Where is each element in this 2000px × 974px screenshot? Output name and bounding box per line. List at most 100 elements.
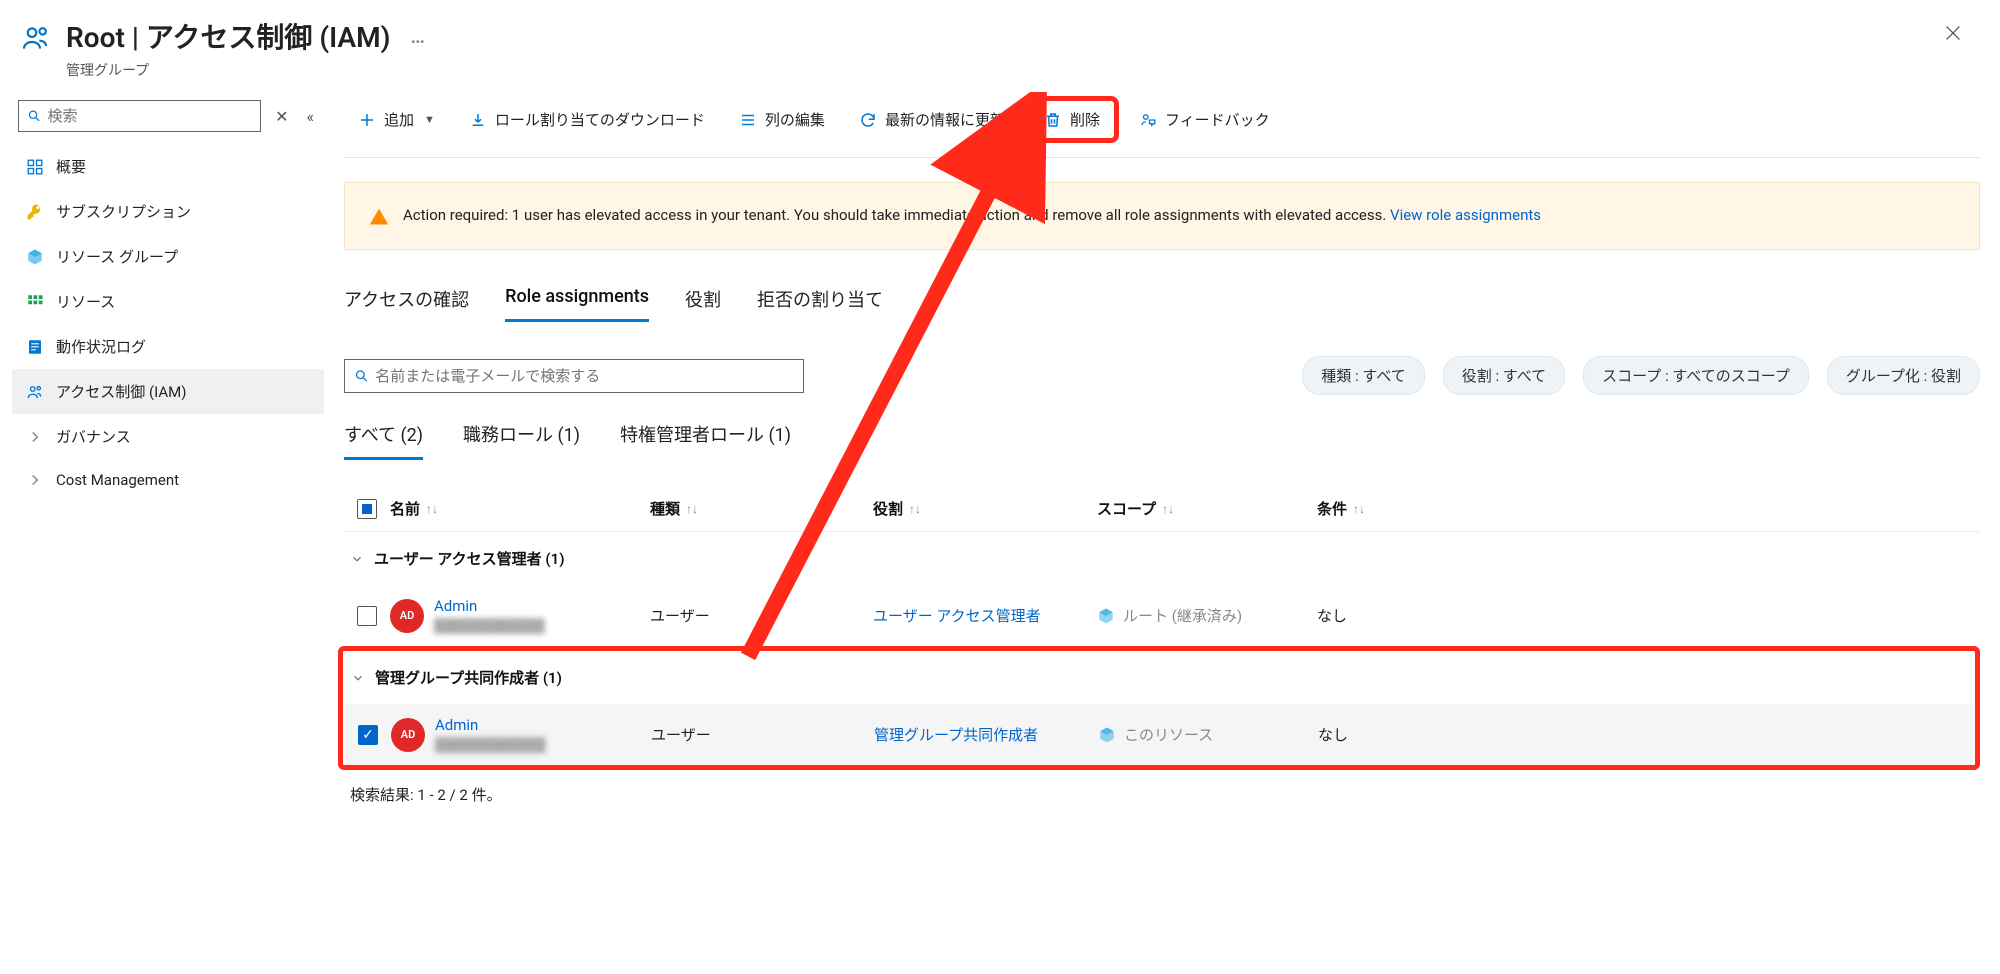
download-button[interactable]: ロール割り当てのダウンロード: [455, 101, 719, 138]
sidebar-item[interactable]: アクセス制御 (IAM): [12, 369, 324, 414]
group-header[interactable]: 管理グループ共同作成者 (1): [345, 651, 1973, 704]
sidebar: ✕ « 概要サブスクリプションリソース グループリソース動作状況ログアクセス制御…: [0, 92, 324, 825]
row-name[interactable]: Admin: [434, 597, 545, 615]
row-scope: このリソース: [1098, 724, 1318, 745]
chevron-down-icon: [350, 552, 364, 566]
filter-row: 種類 : すべて役割 : すべてスコープ : すべてのスコープグループ化 : 役…: [344, 356, 1980, 395]
group-title: 管理グループ共同作成者 (1): [375, 667, 562, 688]
column-condition[interactable]: 条件↑↓: [1317, 498, 1980, 519]
sidebar-item-label: リソース: [56, 291, 115, 312]
sidebar-item-label: ガバナンス: [56, 426, 131, 447]
sidebar-item[interactable]: リソース: [12, 279, 324, 324]
search-icon: [27, 108, 42, 124]
table-header: 名前↑↓ 種類↑↓ 役割↑↓ スコープ↑↓ 条件↑↓: [344, 488, 1980, 532]
primary-tabs: アクセスの確認 Role assignments 役割拒否の割り当て: [344, 286, 1980, 322]
chevron-icon: [26, 471, 44, 489]
secondary-tab[interactable]: すべて (2): [344, 421, 423, 460]
filter-search-input[interactable]: [375, 367, 794, 385]
row-role-link[interactable]: 管理グループ共同作成者: [874, 726, 1038, 744]
sidebar-item[interactable]: Cost Management: [12, 459, 324, 501]
column-scope[interactable]: スコープ↑↓: [1097, 498, 1317, 519]
sidebar-item[interactable]: ガバナンス: [12, 414, 324, 459]
add-button[interactable]: 追加 ▼: [344, 101, 449, 138]
overview-icon: [26, 158, 44, 176]
cube-icon: [1098, 726, 1116, 744]
feedback-button[interactable]: フィードバック: [1125, 101, 1284, 138]
filter-pill[interactable]: 種類 : すべて: [1302, 356, 1424, 395]
primary-tab[interactable]: 役割: [685, 286, 721, 322]
sidebar-item-label: 概要: [56, 156, 86, 177]
users-icon: [20, 22, 52, 54]
refresh-icon: [859, 111, 877, 129]
sidebar-item-label: サブスクリプション: [56, 201, 191, 222]
table-row[interactable]: ✓ AD Admin ████████████ ユーザー 管理グループ共同作成者…: [345, 704, 1973, 765]
row-checkbox[interactable]: [357, 606, 377, 626]
toolbar: 追加 ▼ ロール割り当てのダウンロード 列の編集 最新の情報に更新 削除: [344, 92, 1980, 158]
close-button[interactable]: [1936, 16, 1970, 56]
column-name[interactable]: 名前↑↓: [390, 498, 650, 519]
log-icon: [26, 338, 44, 356]
feedback-icon: [1139, 111, 1157, 129]
sidebar-item[interactable]: サブスクリプション: [12, 189, 324, 234]
column-role[interactable]: 役割↑↓: [873, 498, 1097, 519]
resource-group-icon: [26, 248, 44, 266]
alert-link[interactable]: View role assignments: [1390, 206, 1541, 224]
row-email: ████████████: [434, 618, 545, 634]
group-header[interactable]: ユーザー アクセス管理者 (1): [344, 532, 1980, 585]
filter-search[interactable]: [344, 359, 804, 393]
secondary-tab[interactable]: 特権管理者ロール (1): [620, 421, 791, 460]
chevron-down-icon: ▼: [424, 113, 435, 126]
alert-text: Action required: 1 user has elevated acc…: [403, 206, 1390, 224]
row-email: ████████████: [435, 737, 546, 753]
sidebar-item[interactable]: 動作状況ログ: [12, 324, 324, 369]
search-icon: [354, 368, 369, 384]
row-checkbox[interactable]: ✓: [358, 725, 378, 745]
refresh-button[interactable]: 最新の情報に更新: [845, 101, 1019, 138]
avatar: AD: [391, 718, 425, 752]
sidebar-search[interactable]: [18, 100, 261, 132]
collapse-sidebar-icon[interactable]: «: [302, 103, 318, 130]
cube-icon: [1097, 607, 1115, 625]
sidebar-item-label: リソース グループ: [56, 246, 178, 267]
page-title: Root | アクセス制御 (IAM) …: [66, 16, 1922, 56]
sidebar-search-input[interactable]: [48, 107, 253, 125]
clear-button[interactable]: ✕: [271, 103, 292, 130]
grid-icon: [26, 293, 44, 311]
delete-button[interactable]: 削除: [1025, 96, 1119, 143]
filter-pill[interactable]: スコープ : すべてのスコープ: [1583, 356, 1809, 395]
primary-tab[interactable]: Role assignments: [505, 286, 649, 322]
row-type: ユーザー: [650, 605, 873, 626]
row-scope: ルート (継承済み): [1097, 605, 1317, 626]
sidebar-item[interactable]: 概要: [12, 144, 324, 189]
row-condition: なし: [1317, 605, 1980, 626]
row-role-link[interactable]: ユーザー アクセス管理者: [873, 607, 1041, 625]
secondary-tabs: すべて (2) 職務ロール (1) 特権管理者ロール (1): [344, 421, 1980, 460]
secondary-tab[interactable]: 職務ロール (1): [463, 421, 580, 460]
edit-columns-button[interactable]: 列の編集: [725, 101, 839, 138]
row-name[interactable]: Admin: [435, 716, 546, 734]
key-icon: [26, 203, 44, 221]
columns-icon: [739, 111, 757, 129]
filter-pill[interactable]: 役割 : すべて: [1443, 356, 1565, 395]
row-condition: なし: [1318, 724, 1973, 745]
avatar: AD: [390, 599, 424, 633]
download-icon: [469, 111, 487, 129]
select-all-checkbox[interactable]: [357, 499, 377, 519]
primary-tab[interactable]: アクセスの確認: [344, 286, 469, 322]
sidebar-item-label: Cost Management: [56, 471, 179, 489]
table-row[interactable]: AD Admin ████████████ ユーザー ユーザー アクセス管理者 …: [344, 585, 1980, 646]
page-subtitle: 管理グループ: [66, 60, 1922, 80]
column-type[interactable]: 種類↑↓: [650, 498, 873, 519]
more-menu-icon[interactable]: …: [402, 24, 432, 48]
filter-pill[interactable]: グループ化 : 役割: [1827, 356, 1980, 395]
result-count: 検索結果: 1 - 2 / 2 件。: [344, 784, 1980, 805]
sidebar-item[interactable]: リソース グループ: [12, 234, 324, 279]
chevron-down-icon: [351, 671, 365, 685]
plus-icon: [358, 111, 376, 129]
sidebar-item-label: アクセス制御 (IAM): [56, 381, 186, 402]
warning-icon: [369, 207, 389, 227]
group-title: ユーザー アクセス管理者 (1): [374, 548, 564, 569]
trash-icon: [1044, 111, 1062, 129]
page-header: Root | アクセス制御 (IAM) … 管理グループ: [0, 0, 2000, 92]
primary-tab[interactable]: 拒否の割り当て: [757, 286, 883, 322]
